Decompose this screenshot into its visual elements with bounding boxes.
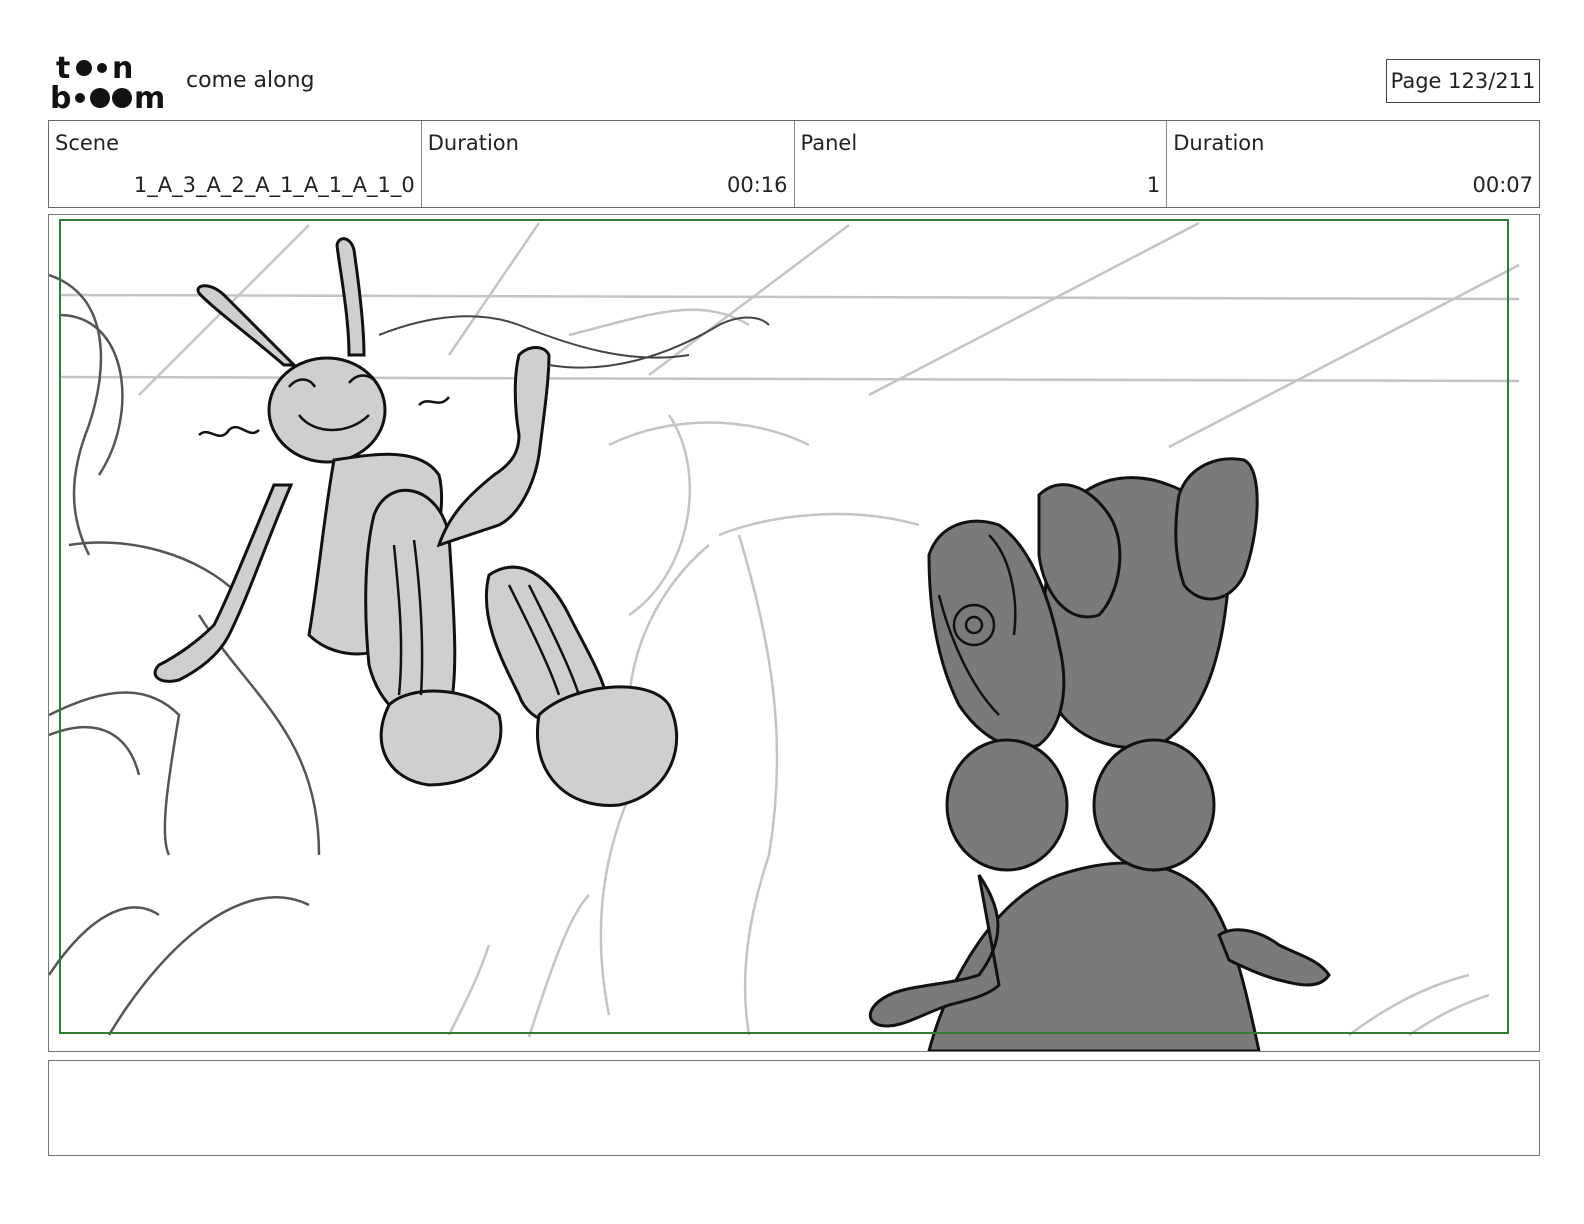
safe-frame (59, 219, 1509, 1034)
svg-text:n: n (112, 51, 133, 86)
svg-text:m: m (134, 81, 165, 112)
scene-duration-cell: Duration 00:16 (422, 121, 795, 207)
scene-duration-value: 00:16 (726, 173, 788, 197)
page-label: Page 123/211 (1390, 69, 1536, 93)
panel-value: 1 (1146, 173, 1161, 197)
scene-duration-label: Duration (427, 131, 519, 155)
panel-info-table: Scene 1_A_3_A_2_A_1_A_1_A_1_0 Duration 0… (48, 120, 1540, 208)
panel-label: Panel (800, 131, 858, 155)
scene-label: Scene (55, 131, 120, 155)
rabbit-character (153, 237, 770, 807)
panel-duration-label: Duration (1173, 131, 1265, 155)
panel-duration-cell: Duration 00:07 (1167, 121, 1539, 207)
storyboard-panel (48, 214, 1540, 1052)
scene-cell: Scene 1_A_3_A_2_A_1_A_1_A_1_0 (49, 121, 422, 207)
page-indicator: Page 123/211 (1386, 59, 1540, 103)
panel-duration-value: 00:07 (1472, 173, 1533, 197)
project-title: come along (186, 68, 315, 93)
svg-text:b: b (50, 81, 71, 112)
panel-cell: Panel 1 (795, 121, 1168, 207)
background-sketch (58, 221, 1520, 1038)
toon-boom-logo: t n b m (50, 50, 168, 116)
scene-value: 1_A_3_A_2_A_1_A_1_A_1_0 (133, 173, 415, 197)
panel-notes-box (48, 1060, 1540, 1156)
panel-sketch (49, 219, 1520, 1051)
dark-creature (868, 457, 1331, 1051)
